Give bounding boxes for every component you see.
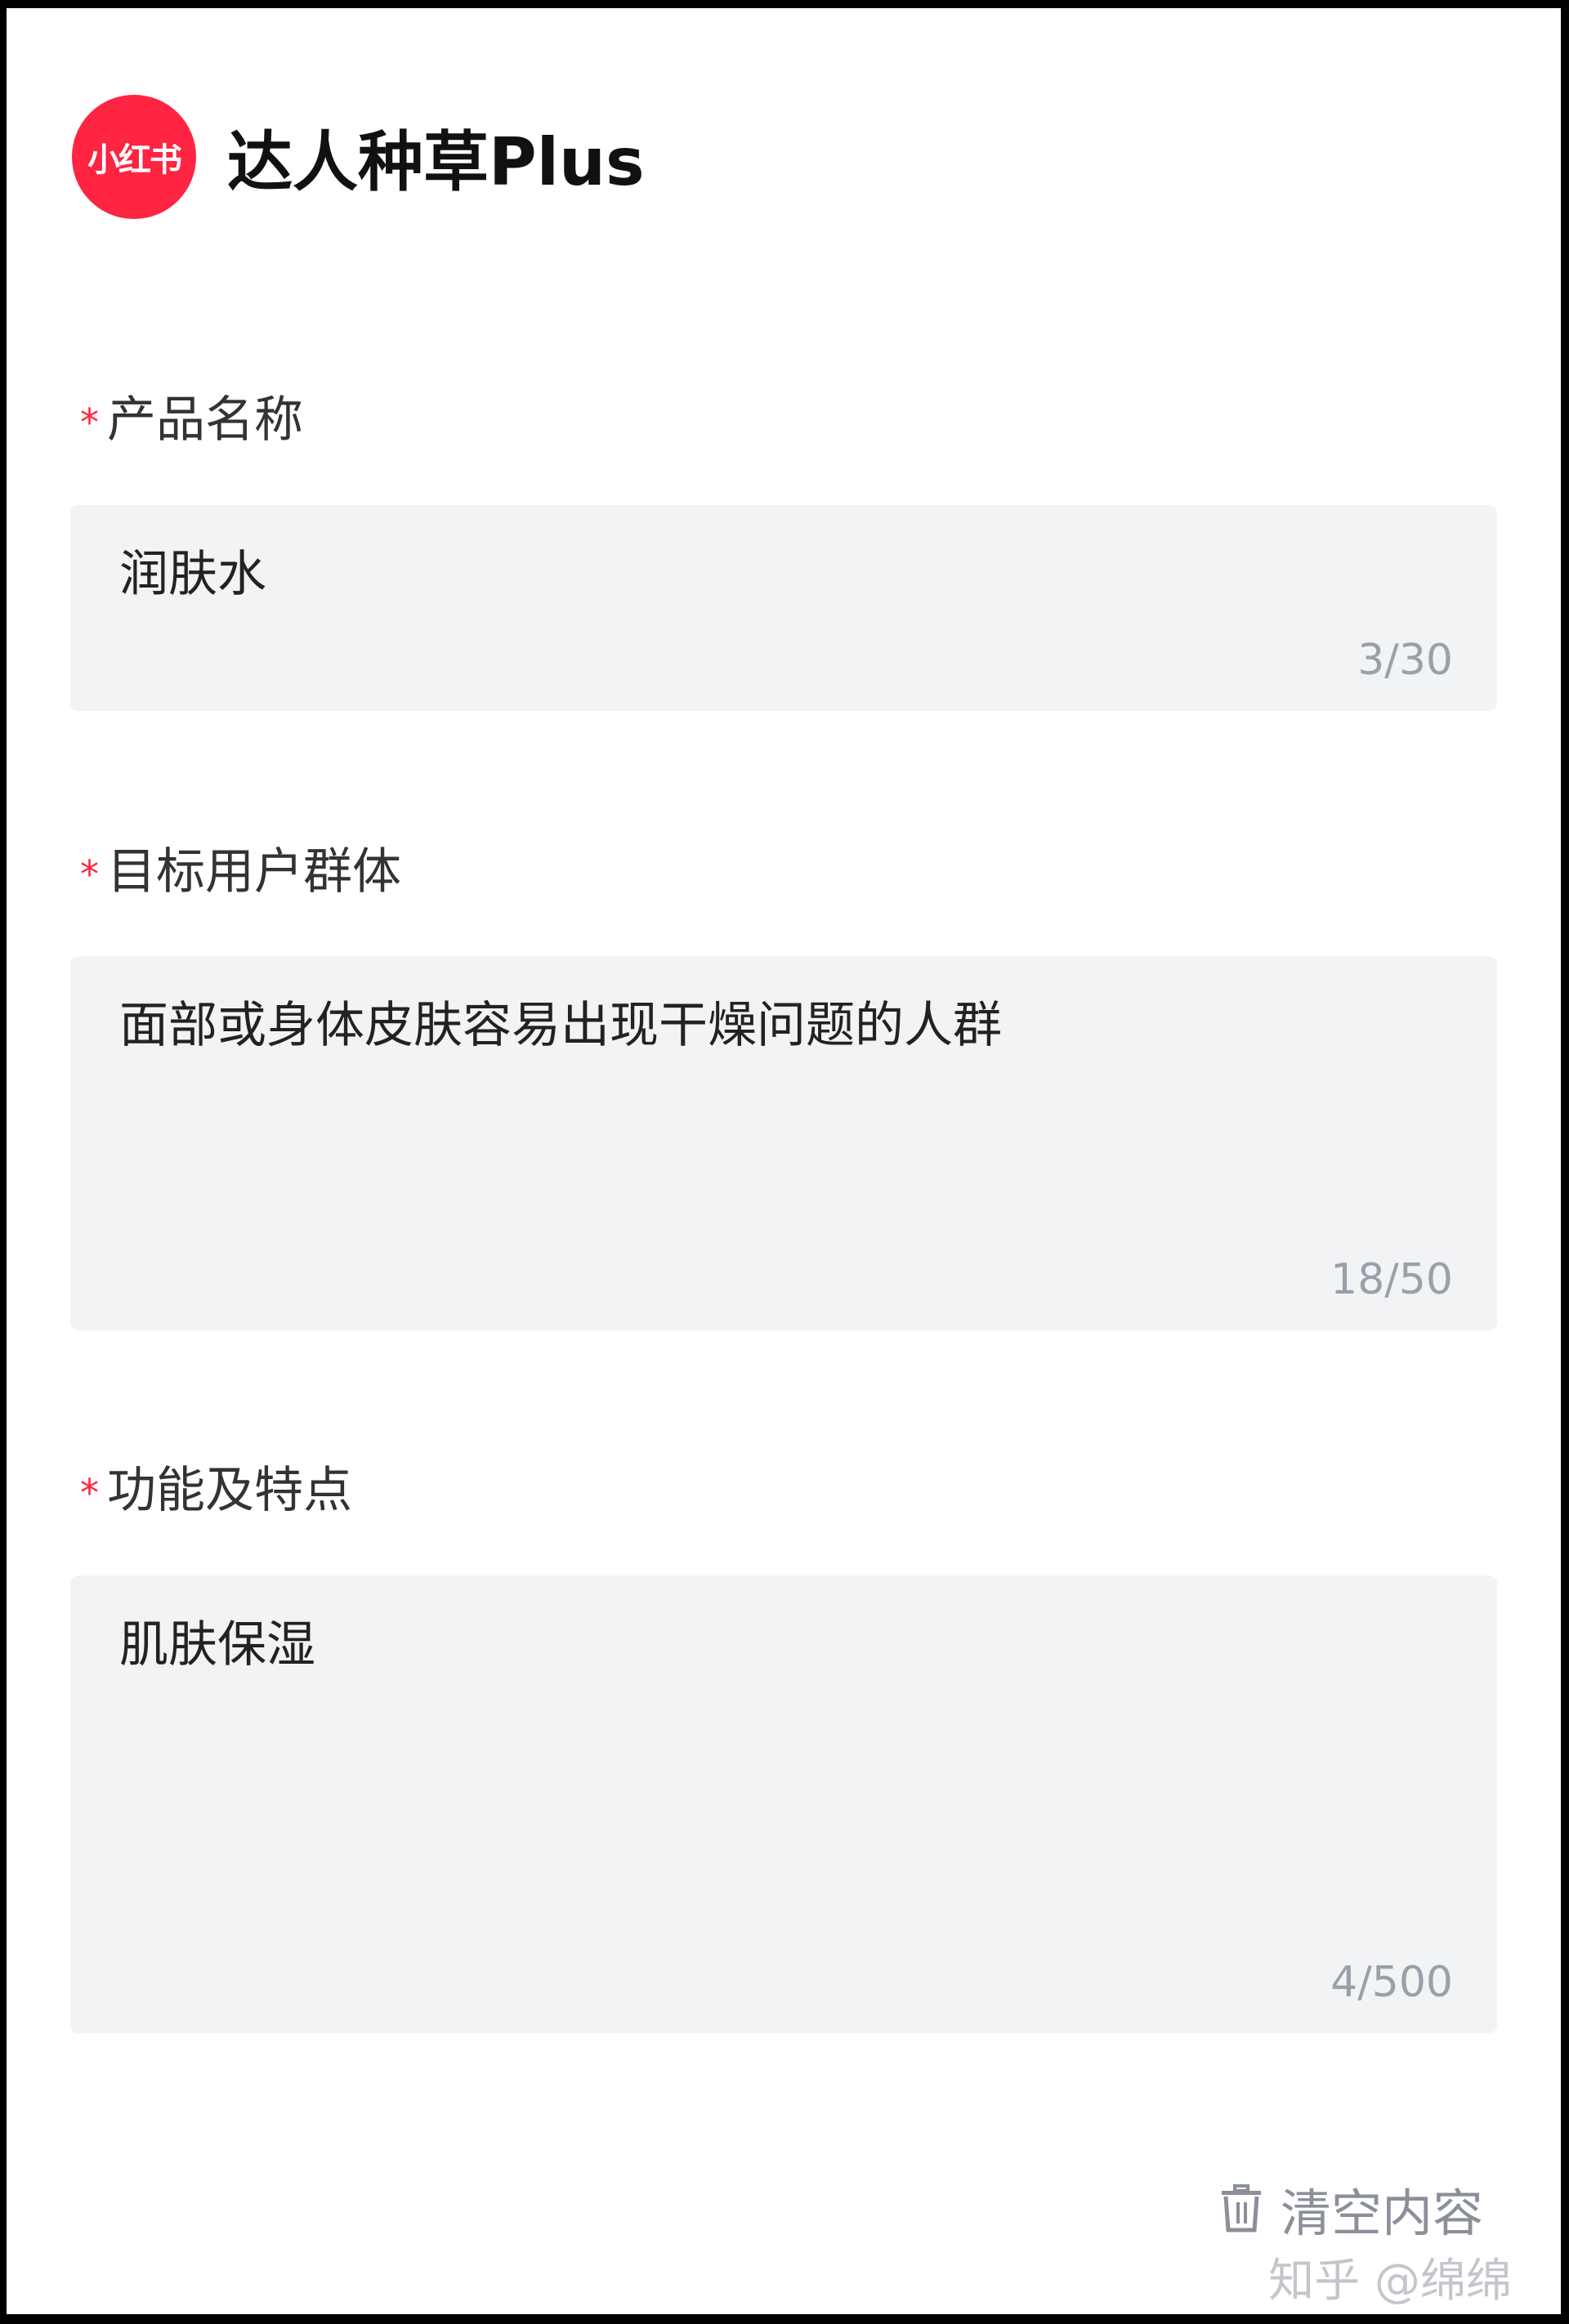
features-textarea[interactable]: 肌肤保湿 4/500 xyxy=(70,1575,1497,2033)
required-star: * xyxy=(80,1470,99,1515)
logo-text: 小红书 xyxy=(87,141,182,179)
required-star: * xyxy=(80,400,99,445)
clear-content-button[interactable]: 清空内容 xyxy=(1220,2172,1483,2246)
product-name-label-text: 产品名称 xyxy=(107,391,303,449)
app-title: 达人种草Plus xyxy=(227,124,645,200)
product-name-counter: 3/30 xyxy=(1357,636,1453,685)
features-label: * 功能及特点 xyxy=(80,1450,352,1522)
features-value: 肌肤保湿 xyxy=(119,1616,315,1674)
xiaohongshu-logo: 小红书 xyxy=(72,95,196,219)
target-audience-textarea[interactable]: 面部或身体皮肤容易出现干燥问题的人群 18/50 xyxy=(70,956,1497,1330)
product-name-value: 润肤水 xyxy=(119,546,266,603)
target-audience-value: 面部或身体皮肤容易出现干燥问题的人群 xyxy=(119,997,1002,1054)
target-audience-counter: 18/50 xyxy=(1330,1255,1453,1304)
target-audience-label: * 目标用户群体 xyxy=(80,832,401,903)
zhihu-watermark: 知乎 @绵绵 xyxy=(1268,2255,1512,2308)
trash-icon xyxy=(1221,2184,1261,2232)
product-name-label: * 产品名称 xyxy=(80,380,303,451)
features-label-text: 功能及特点 xyxy=(107,1462,352,1519)
app-frame: 小红书 达人种草Plus * 产品名称 润肤水 3/30 * 目标用户群体 面部… xyxy=(7,8,1561,2314)
features-counter: 4/500 xyxy=(1330,1958,1453,2007)
app-header: 小红书 达人种草Plus xyxy=(72,92,645,222)
target-audience-label-text: 目标用户群体 xyxy=(107,843,401,901)
required-star: * xyxy=(80,851,99,896)
clear-content-label: 清空内容 xyxy=(1280,2183,1483,2243)
product-name-input[interactable]: 润肤水 3/30 xyxy=(70,505,1497,711)
